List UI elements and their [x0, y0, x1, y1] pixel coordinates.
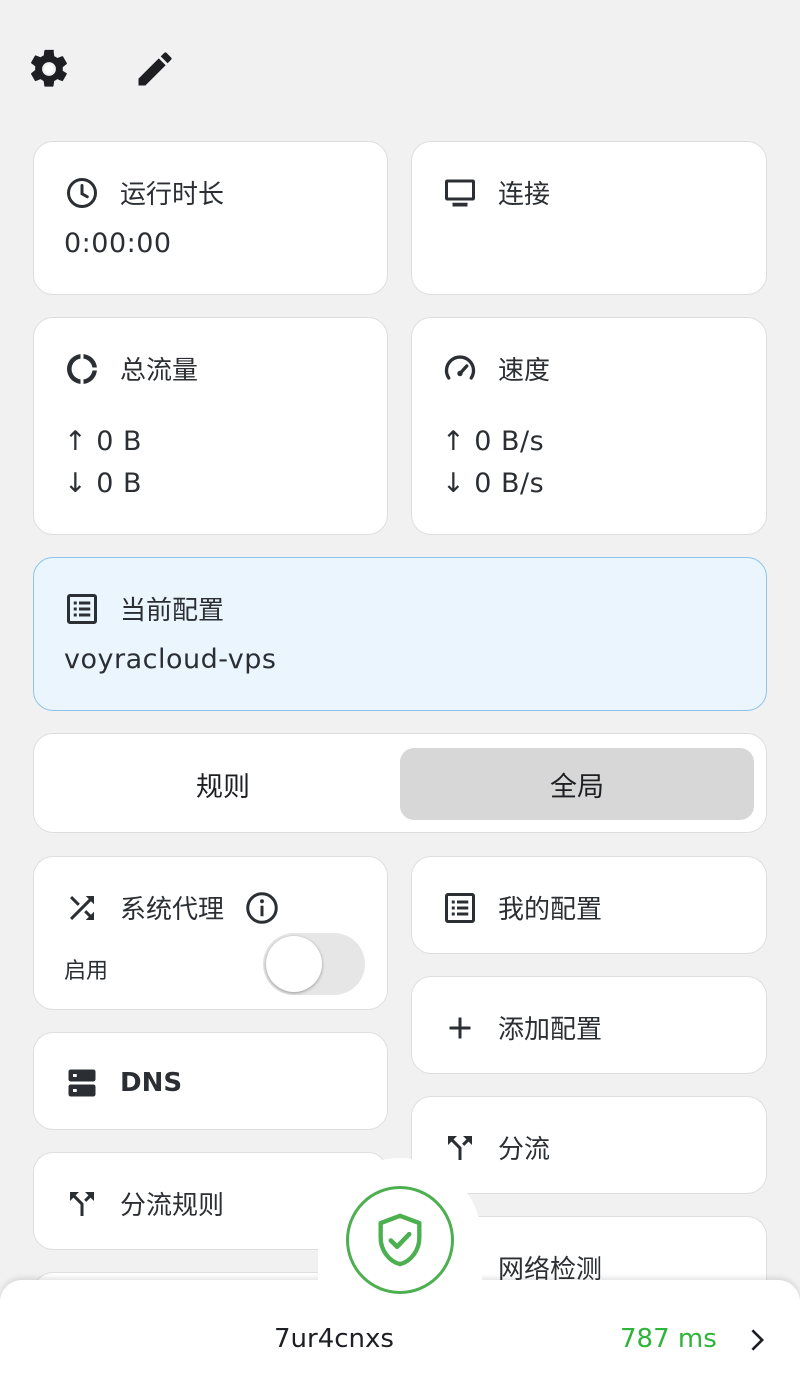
dns-card[interactable]: DNS	[33, 1032, 388, 1130]
plus-icon	[449, 1017, 471, 1038]
uptime-value: 0:00:00	[64, 228, 172, 259]
donut-chart-icon	[66, 353, 97, 384]
uptime-label: 运行时长	[120, 180, 225, 210]
system-proxy-toggle[interactable]	[263, 933, 365, 995]
connections-card[interactable]: 连接	[411, 141, 767, 295]
split-icon	[70, 1191, 94, 1216]
server-icon	[68, 1069, 96, 1097]
list-icon	[67, 593, 97, 624]
gear-icon[interactable]	[24, 44, 74, 94]
system-proxy-label: 系统代理	[120, 895, 225, 925]
shuffle-icon	[70, 895, 94, 920]
connect-button[interactable]	[346, 1186, 454, 1294]
mode-global-button[interactable]: 全局	[400, 748, 754, 820]
speedometer-icon	[444, 354, 476, 380]
speed-down: ↓ 0 B/s	[442, 468, 545, 499]
speed-label: 速度	[498, 356, 551, 386]
pencil-icon[interactable]	[130, 44, 180, 94]
traffic-down: ↓ 0 B	[64, 468, 142, 499]
system-proxy-card: 系统代理 启用	[33, 856, 388, 1010]
routing-rules-label: 分流规则	[120, 1191, 225, 1221]
clock-icon	[67, 177, 97, 208]
node-name: 7ur4cnxs	[274, 1324, 394, 1354]
routing-card[interactable]: 分流	[411, 1096, 767, 1194]
uptime-card[interactable]: 运行时长 0:00:00	[33, 141, 388, 295]
my-profiles-card[interactable]: 我的配置	[411, 856, 767, 954]
traffic-up: ↑ 0 B	[64, 426, 142, 457]
current-profile-value: voyracloud-vps	[64, 644, 277, 675]
shield-check-icon	[378, 1213, 422, 1267]
list-icon	[445, 892, 475, 923]
speed-card[interactable]: 速度 ↑ 0 B/s ↓ 0 B/s	[411, 317, 767, 535]
my-profiles-label: 我的配置	[498, 895, 603, 925]
monitor-icon	[445, 179, 475, 206]
current-profile-label: 当前配置	[120, 596, 225, 626]
routing-label: 分流	[498, 1135, 551, 1165]
add-profile-label: 添加配置	[498, 1015, 603, 1045]
mode-rule-button[interactable]: 规则	[46, 748, 400, 820]
current-profile-card[interactable]: 当前配置 voyracloud-vps	[33, 557, 767, 711]
mode-switch: 规则 全局	[33, 733, 767, 833]
speed-up: ↑ 0 B/s	[442, 426, 545, 457]
add-profile-card[interactable]: 添加配置	[411, 976, 767, 1074]
traffic-card[interactable]: 总流量 ↑ 0 B ↓ 0 B	[33, 317, 388, 535]
toggle-knob	[266, 936, 322, 992]
system-proxy-enable-label: 启用	[64, 959, 109, 984]
top-bar	[24, 44, 180, 94]
connections-label: 连接	[498, 180, 551, 210]
dns-label: DNS	[120, 1068, 183, 1098]
latency-value: 787 ms	[620, 1324, 717, 1354]
chevron-right-icon[interactable]	[740, 1320, 772, 1360]
split-icon	[448, 1135, 472, 1160]
info-icon[interactable]	[244, 890, 280, 926]
traffic-label: 总流量	[120, 356, 199, 386]
